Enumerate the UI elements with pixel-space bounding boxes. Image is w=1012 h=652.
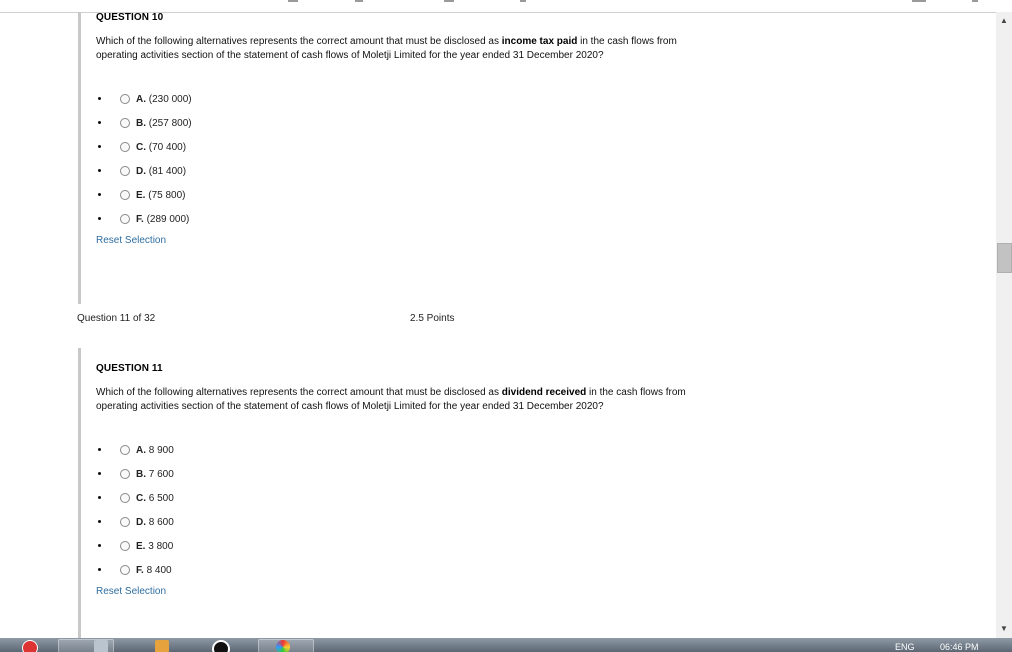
answer-options: A. 8 900 B. 7 600 C. 6 500 D. 8 600 E. 3… — [96, 440, 736, 584]
question-10-block: QUESTION 10 Which of the following alter… — [78, 12, 736, 304]
question-counter: Question 11 of 32 — [77, 313, 156, 324]
answer-option: C. (70 400) — [96, 137, 736, 161]
bullet-icon — [98, 448, 101, 451]
option-label[interactable]: E. 3 800 — [136, 541, 173, 552]
option-label[interactable]: D. (81 400) — [136, 166, 186, 177]
option-label[interactable]: F. (289 000) — [136, 214, 189, 225]
scroll-up-arrow-icon[interactable]: ▲ — [996, 14, 1012, 28]
toolbar-fragment — [912, 0, 926, 2]
bullet-icon — [98, 496, 101, 499]
bullet-icon — [98, 169, 101, 172]
question-heading: QUESTION 11 — [96, 363, 163, 374]
radio-button[interactable] — [120, 517, 130, 527]
option-label[interactable]: C. 6 500 — [136, 493, 174, 504]
answer-option: A. (230 000) — [96, 89, 736, 113]
vertical-scrollbar[interactable]: ▲ ▼ — [996, 12, 1012, 638]
radio-button[interactable] — [120, 445, 130, 455]
radio-button[interactable] — [120, 94, 130, 104]
media-player-icon[interactable] — [155, 640, 169, 652]
blocked-app-icon[interactable] — [22, 640, 38, 652]
bullet-icon — [98, 97, 101, 100]
folder-icon[interactable] — [94, 640, 108, 652]
answer-options: A. (230 000) B. (257 800) C. (70 400) D.… — [96, 89, 736, 233]
question-11-block: QUESTION 11 Which of the following alter… — [78, 348, 736, 638]
toolbar-fragment — [972, 0, 978, 2]
answer-option: D. 8 600 — [96, 512, 736, 536]
answer-option: D. (81 400) — [96, 161, 736, 185]
radio-button[interactable] — [120, 493, 130, 503]
language-indicator[interactable]: ENG — [895, 642, 915, 652]
option-label[interactable]: A. 8 900 — [136, 445, 174, 456]
points-label: 2.5 Points — [410, 313, 455, 324]
chrome-icon[interactable] — [276, 640, 290, 652]
bullet-icon — [98, 472, 101, 475]
bullet-icon — [98, 568, 101, 571]
reset-selection-link[interactable]: Reset Selection — [96, 586, 736, 597]
option-label[interactable]: D. 8 600 — [136, 517, 174, 528]
answer-option: B. 7 600 — [96, 464, 736, 488]
system-clock[interactable]: 06:46 PM — [940, 642, 979, 652]
windows-taskbar: ENG 06:46 PM — [0, 638, 1012, 652]
radio-button[interactable] — [120, 214, 130, 224]
bullet-icon — [98, 217, 101, 220]
bullet-icon — [98, 544, 101, 547]
scroll-down-arrow-icon[interactable]: ▼ — [996, 622, 1012, 636]
option-label[interactable]: C. (70 400) — [136, 142, 186, 153]
radio-button[interactable] — [120, 142, 130, 152]
question-heading: QUESTION 10 — [96, 12, 164, 23]
option-label[interactable]: A. (230 000) — [136, 94, 192, 105]
toolbar-fragment — [520, 0, 526, 2]
bullet-icon — [98, 121, 101, 124]
radio-button[interactable] — [120, 565, 130, 575]
radio-button[interactable] — [120, 469, 130, 479]
radio-button[interactable] — [120, 118, 130, 128]
bullet-icon — [98, 520, 101, 523]
question-text: Which of the following alternatives repr… — [96, 387, 686, 412]
question-text: Which of the following alternatives repr… — [96, 36, 677, 61]
answer-option: A. 8 900 — [96, 440, 736, 464]
answer-option: F. 8 400 — [96, 560, 736, 584]
answer-option: E. (75 800) — [96, 185, 736, 209]
answer-option: C. 6 500 — [96, 488, 736, 512]
option-label[interactable]: B. (257 800) — [136, 118, 192, 129]
answer-option: F. (289 000) — [96, 209, 736, 233]
answer-option: E. 3 800 — [96, 536, 736, 560]
option-label[interactable]: E. (75 800) — [136, 190, 185, 201]
bullet-icon — [98, 145, 101, 148]
option-label[interactable]: B. 7 600 — [136, 469, 174, 480]
radio-button[interactable] — [120, 541, 130, 551]
quiz-page: QUESTION 10 Which of the following alter… — [0, 12, 996, 638]
radio-button[interactable] — [120, 190, 130, 200]
radio-button[interactable] — [120, 166, 130, 176]
reset-selection-link[interactable]: Reset Selection — [96, 235, 736, 246]
toolbar-fragment — [355, 0, 363, 2]
scrollbar-thumb[interactable] — [997, 243, 1012, 273]
browser-icon[interactable] — [212, 640, 230, 652]
bullet-icon — [98, 193, 101, 196]
toolbar-fragment — [288, 0, 298, 2]
option-label[interactable]: F. 8 400 — [136, 565, 172, 576]
toolbar-fragment — [444, 0, 454, 2]
answer-option: B. (257 800) — [96, 113, 736, 137]
